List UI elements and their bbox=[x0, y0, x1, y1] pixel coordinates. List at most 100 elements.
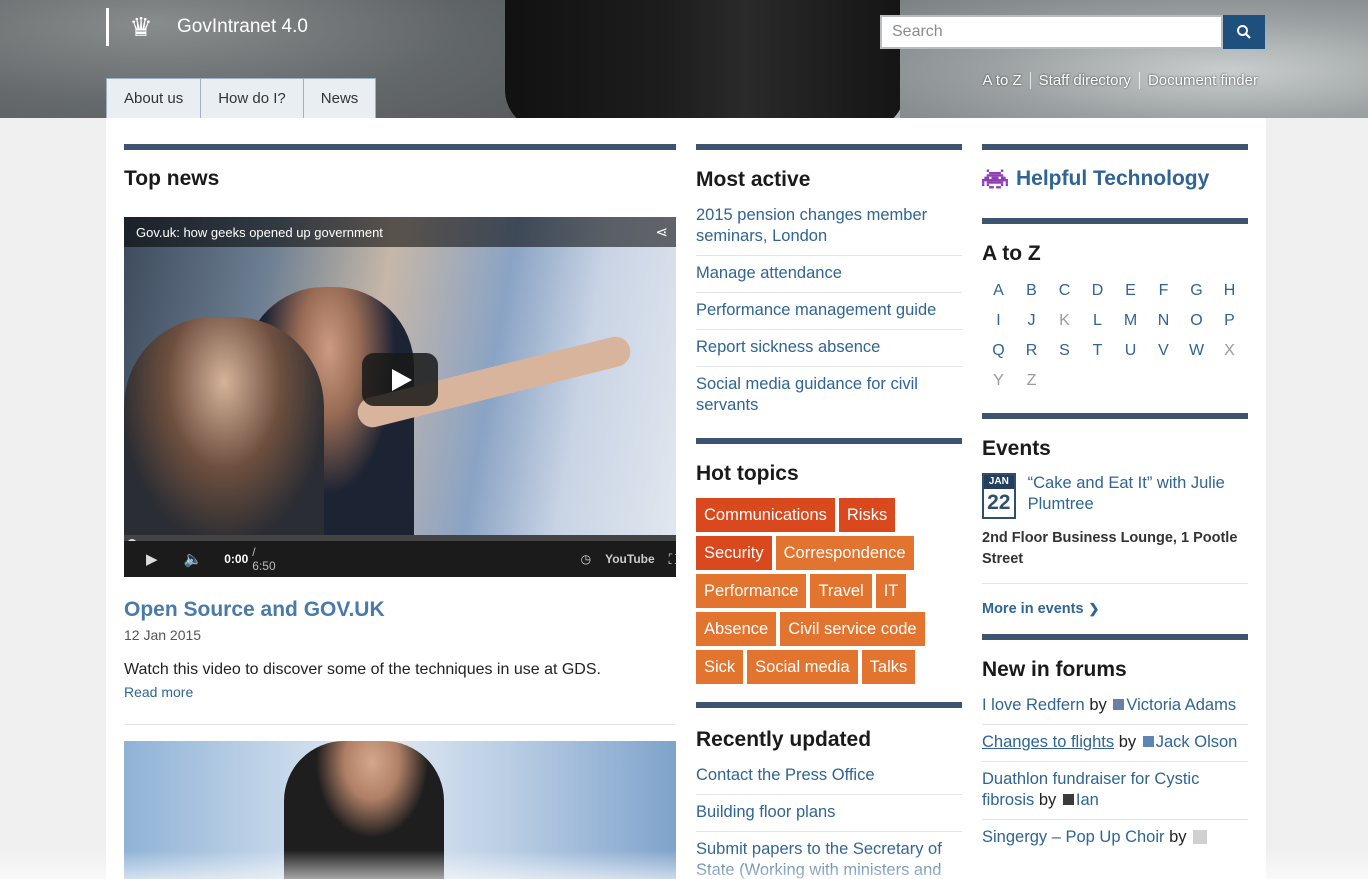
a-to-z-letter[interactable]: T bbox=[1081, 342, 1114, 361]
clock-icon[interactable]: ◷ bbox=[581, 552, 591, 566]
main-nav: About us How do I? News bbox=[106, 78, 377, 118]
hot-topic-tag[interactable]: Talks bbox=[861, 650, 916, 684]
section-rule bbox=[696, 144, 962, 150]
page-bottom-fade bbox=[0, 850, 1368, 879]
a-to-z-letter[interactable]: N bbox=[1147, 312, 1180, 331]
a-to-z-letter[interactable]: E bbox=[1114, 282, 1147, 301]
hot-topic-tag[interactable]: Risks bbox=[838, 498, 896, 532]
hot-topics-list: Communications Risks Security Correspondenc… bbox=[696, 498, 962, 688]
a-to-z-letter[interactable]: L bbox=[1081, 312, 1114, 331]
news-article-date: 12 Jan 2015 bbox=[124, 627, 202, 643]
hot-topic-tag[interactable]: Civil service code bbox=[780, 612, 925, 646]
most-active-link[interactable]: Report sickness absence bbox=[696, 330, 962, 367]
a-to-z-letter[interactable]: A bbox=[982, 282, 1015, 301]
a-to-z-letter[interactable]: S bbox=[1048, 342, 1081, 361]
forum-topic-link[interactable]: Singergy – Pop Up Choir bbox=[982, 828, 1165, 846]
a-to-z-letter[interactable]: R bbox=[1015, 342, 1048, 361]
tab-about-us[interactable]: About us bbox=[106, 78, 202, 118]
tab-news[interactable]: News bbox=[302, 78, 377, 118]
share-icon[interactable]: ⋖ bbox=[655, 223, 668, 241]
a-to-z-letter[interactable]: J bbox=[1015, 312, 1048, 331]
hot-topic-tag[interactable]: Social media bbox=[747, 650, 858, 684]
video-duration: / 6:50 bbox=[252, 545, 276, 573]
video-person bbox=[124, 317, 324, 535]
video-player[interactable]: Gov.uk: how geeks opened up government ⋖… bbox=[124, 217, 676, 577]
event-item: JAN 22 “Cake and Eat It” with Julie Plum… bbox=[982, 473, 1248, 519]
helpful-technology-label: Helpful Technology bbox=[1016, 167, 1210, 190]
forum-topic-link[interactable]: I love Redfern bbox=[982, 696, 1085, 714]
a-to-z-heading: A to Z bbox=[982, 242, 1041, 265]
hot-topic-tag[interactable]: Travel bbox=[810, 574, 872, 608]
event-title-link[interactable]: “Cake and Eat It” with Julie Plumtree bbox=[1028, 473, 1248, 515]
a-to-z-letter[interactable]: D bbox=[1081, 282, 1114, 301]
hot-topics-heading: Hot topics bbox=[696, 462, 799, 485]
a-to-z-letter[interactable]: I bbox=[982, 312, 1015, 331]
forum-user-link[interactable]: Victoria Adams bbox=[1126, 696, 1236, 714]
section-rule bbox=[982, 144, 1248, 150]
utility-nav: A to Z Staff directory Document finder bbox=[974, 72, 1266, 89]
right-column: Helpful Technology A to Z ABCDEFGHIJKLMN… bbox=[982, 144, 1248, 856]
most-active-link[interactable]: Manage attendance bbox=[696, 256, 962, 293]
a-to-z-letter[interactable]: O bbox=[1180, 312, 1213, 331]
a-to-z-letter[interactable]: M bbox=[1114, 312, 1147, 331]
forum-item: Duathlon fundraiser for Cystic fibrosis … bbox=[982, 762, 1248, 820]
search-button[interactable] bbox=[1223, 15, 1265, 49]
a-to-z-letter[interactable]: F bbox=[1147, 282, 1180, 301]
hot-topic-tag[interactable]: Security bbox=[696, 536, 772, 570]
play-icon[interactable]: ▶ bbox=[146, 550, 158, 568]
a-to-z-letter[interactable]: W bbox=[1180, 342, 1213, 361]
recently-updated-link[interactable]: Contact the Press Office bbox=[696, 758, 962, 795]
most-active-link[interactable]: Performance management guide bbox=[696, 293, 962, 330]
utility-link-document-finder[interactable]: Document finder bbox=[1138, 72, 1266, 89]
search-icon bbox=[1237, 25, 1251, 39]
more-in-events-link[interactable]: More in events ❯ bbox=[982, 601, 1248, 617]
site-logo-link[interactable]: ♛ GovIntranet 4.0 bbox=[106, 8, 308, 46]
forums-heading: New in forums bbox=[982, 658, 1127, 681]
forum-user-link[interactable]: Jack Olson bbox=[1156, 733, 1238, 751]
most-active-link[interactable]: 2015 pension changes member seminars, Lo… bbox=[696, 198, 962, 256]
read-more-link[interactable]: Read more bbox=[124, 684, 193, 700]
video-title[interactable]: Gov.uk: how geeks opened up government bbox=[136, 225, 383, 240]
chevron-right-icon: ❯ bbox=[1088, 601, 1100, 616]
divider bbox=[124, 724, 676, 725]
most-active-link[interactable]: Social media guidance for civil servants bbox=[696, 367, 962, 424]
section-rule bbox=[982, 218, 1248, 224]
a-to-z-letter[interactable]: G bbox=[1180, 282, 1213, 301]
search-input[interactable]: Search bbox=[880, 15, 1223, 49]
avatar bbox=[1113, 699, 1125, 711]
hot-topic-tag[interactable]: IT bbox=[875, 574, 907, 608]
a-to-z-letter: K bbox=[1059, 312, 1070, 329]
hot-topic-tag[interactable]: Correspondence bbox=[775, 536, 914, 570]
tab-how-do-i[interactable]: How do I? bbox=[200, 78, 304, 118]
fullscreen-icon[interactable]: ⛶ bbox=[669, 551, 676, 568]
forum-by: by bbox=[1089, 696, 1107, 714]
hot-topic-tag[interactable]: Sick bbox=[696, 650, 744, 684]
search-placeholder: Search bbox=[892, 23, 943, 40]
recently-updated-link[interactable]: Building floor plans bbox=[696, 795, 962, 832]
forum-user-link[interactable]: Ian bbox=[1076, 791, 1099, 809]
a-to-z-letter[interactable]: U bbox=[1114, 342, 1147, 361]
a-to-z-letter[interactable]: Q bbox=[982, 342, 1015, 361]
a-to-z-letter[interactable]: V bbox=[1147, 342, 1180, 361]
a-to-z-letter[interactable]: H bbox=[1213, 282, 1246, 301]
forum-topic-link[interactable]: Changes to flights bbox=[982, 733, 1114, 751]
section-rule bbox=[696, 702, 962, 708]
volume-icon[interactable]: 🔈 bbox=[184, 550, 203, 568]
hot-topic-tag[interactable]: Absence bbox=[696, 612, 777, 646]
space-invader-icon bbox=[982, 169, 1008, 189]
site-header: ♛ GovIntranet 4.0 Search A to Z Staff di… bbox=[0, 0, 1368, 118]
a-to-z-letter[interactable]: B bbox=[1015, 282, 1048, 301]
most-active-list: 2015 pension changes member seminars, Lo… bbox=[696, 198, 962, 424]
play-overlay-button[interactable] bbox=[362, 353, 438, 406]
utility-link-a-to-z[interactable]: A to Z bbox=[974, 72, 1029, 89]
a-to-z-letter[interactable]: C bbox=[1048, 282, 1081, 301]
a-to-z-letter[interactable]: P bbox=[1213, 312, 1246, 331]
hot-topic-tag[interactable]: Performance bbox=[696, 574, 807, 608]
hot-topic-tag[interactable]: Communications bbox=[696, 498, 835, 532]
forum-item: Changes to flights by Jack Olson bbox=[982, 725, 1248, 762]
utility-link-staff-directory[interactable]: Staff directory bbox=[1029, 72, 1139, 89]
header-background-figure bbox=[505, 0, 905, 118]
youtube-logo[interactable]: YouTube bbox=[605, 552, 655, 566]
news-article-title[interactable]: Open Source and GOV.UK bbox=[124, 598, 385, 622]
helpful-technology-link[interactable]: Helpful Technology bbox=[982, 167, 1248, 191]
